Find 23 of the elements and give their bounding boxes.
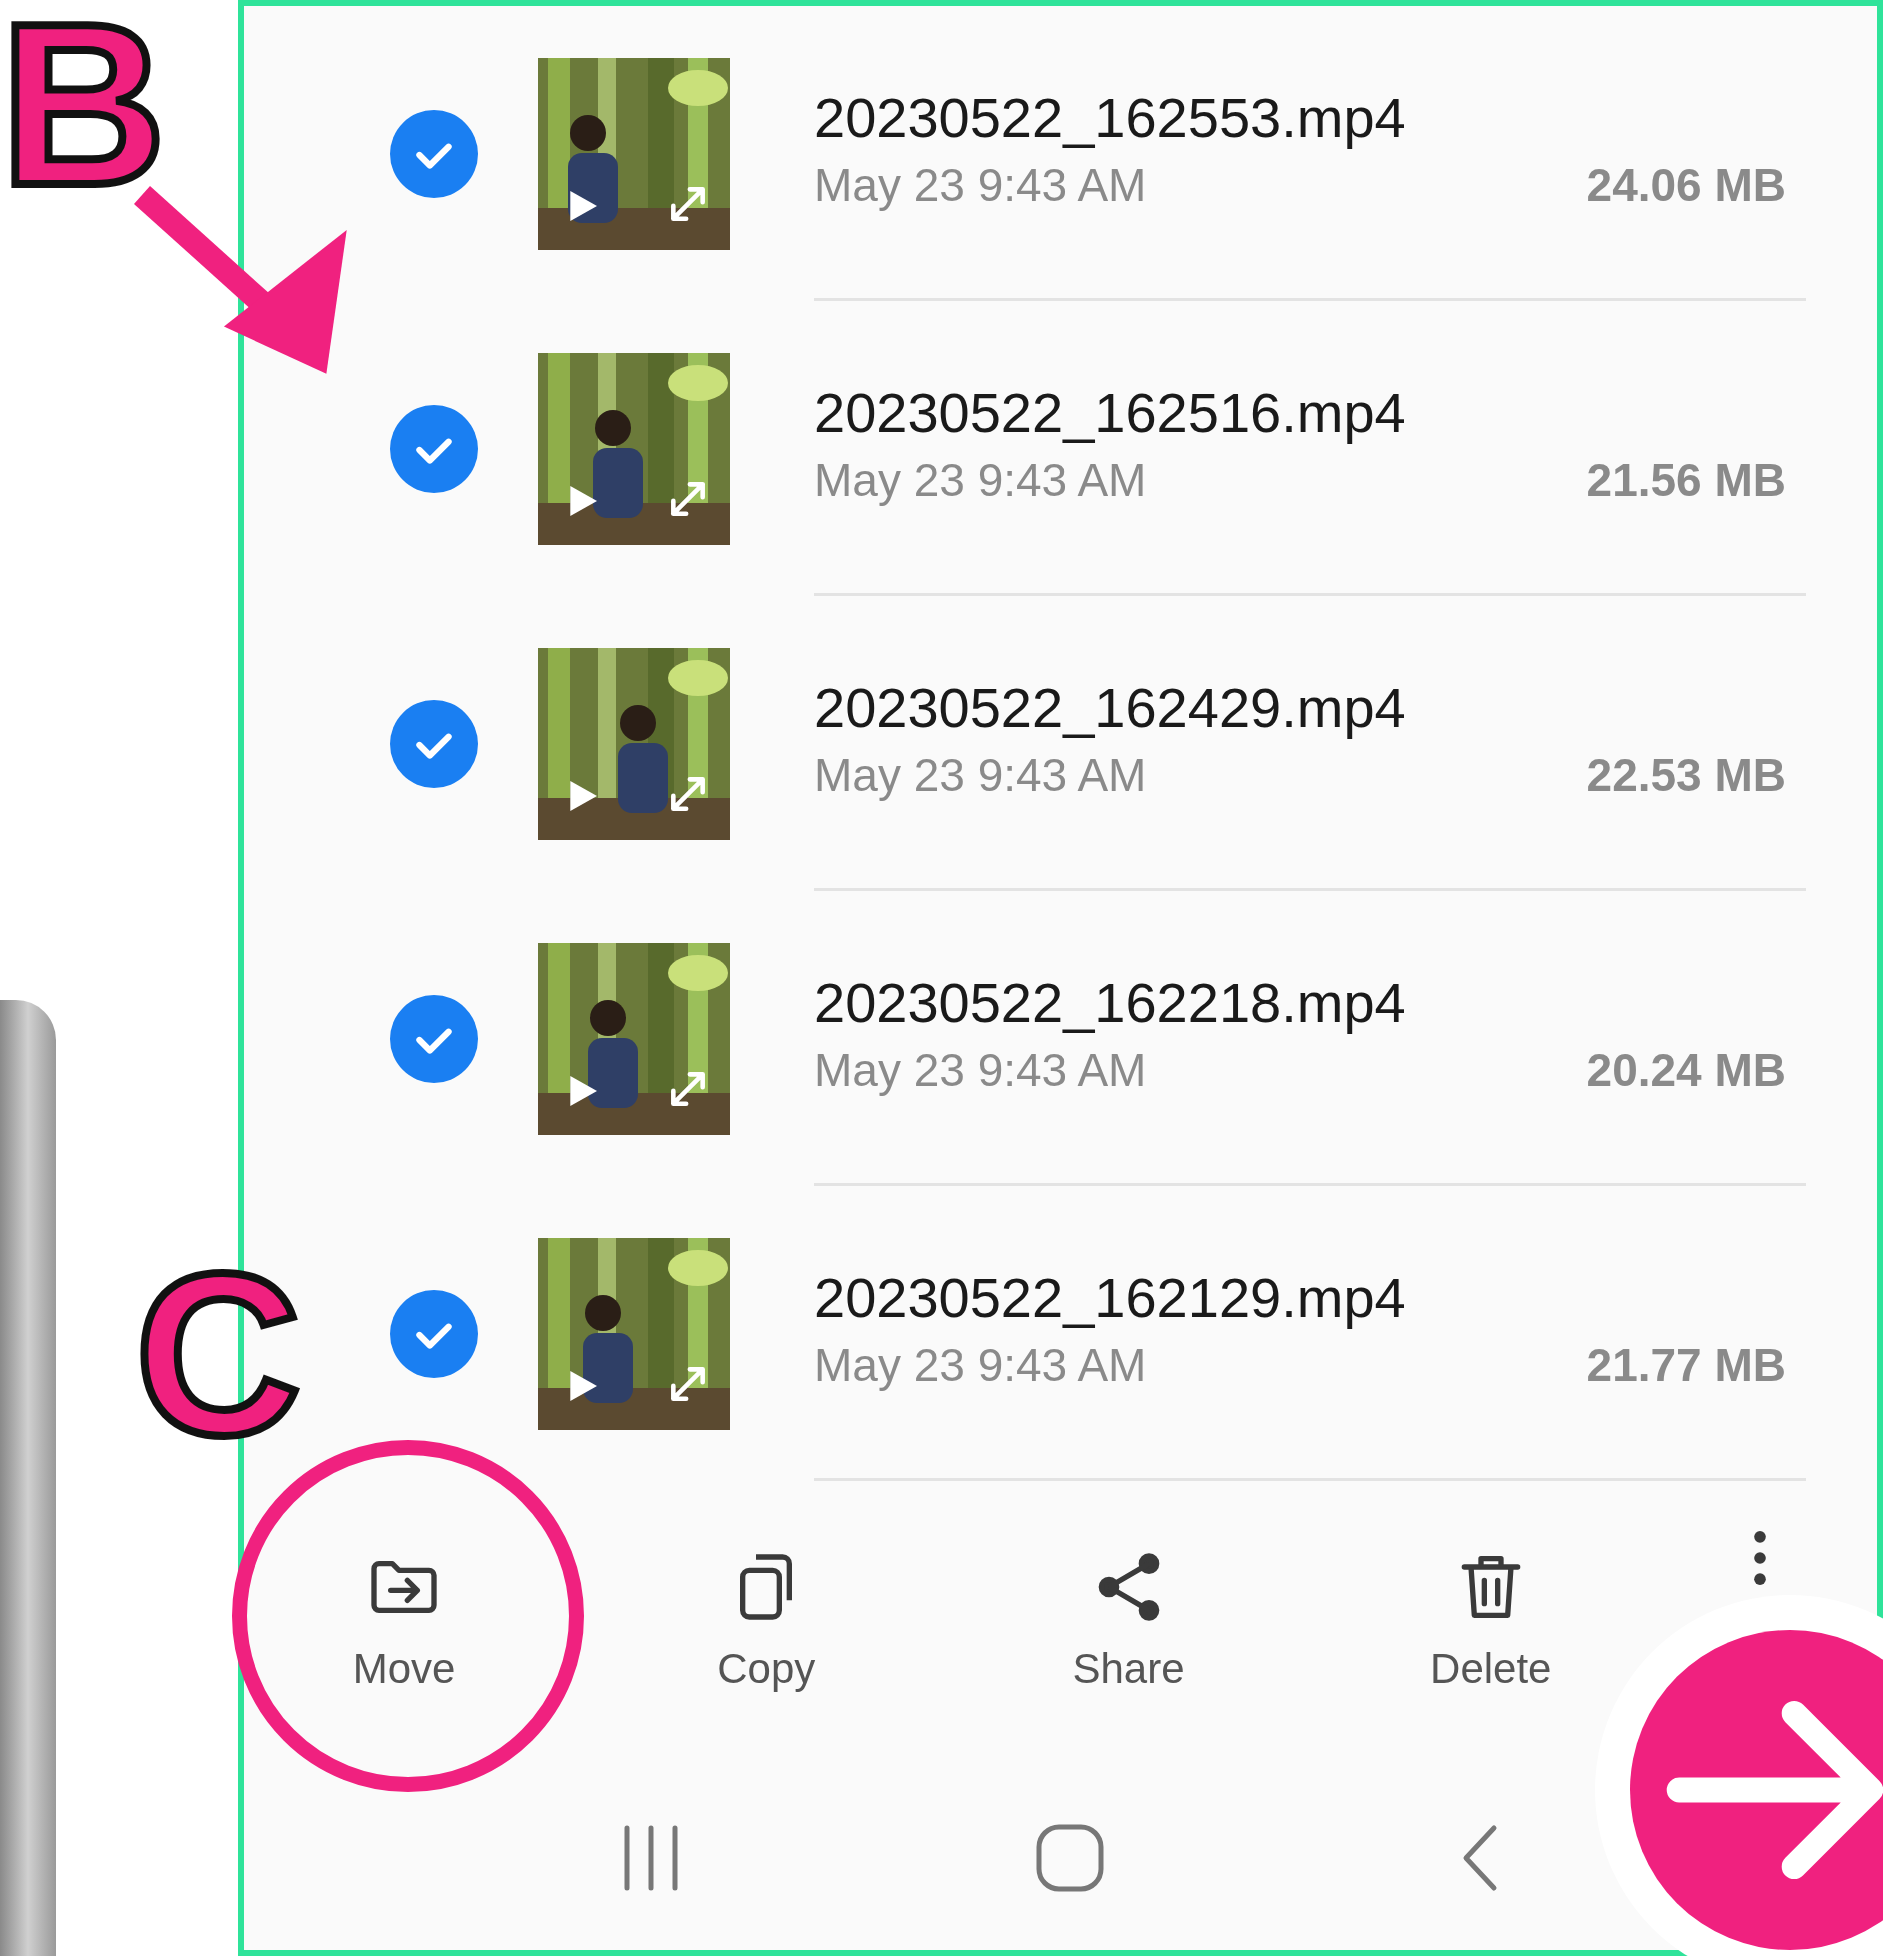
- file-size: 24.06 MB: [1586, 158, 1786, 214]
- file-size: 22.53 MB: [1586, 748, 1786, 804]
- more-options-button[interactable]: [1753, 1531, 1767, 1585]
- file-date: May 23 9:43 AM: [814, 1338, 1147, 1394]
- more-options-icon: [1753, 1531, 1767, 1585]
- file-size: 21.77 MB: [1586, 1338, 1786, 1394]
- file-date: May 23 9:43 AM: [814, 158, 1147, 214]
- home-icon[interactable]: [1035, 1823, 1106, 1893]
- file-name: 20230522_162129.mp4: [814, 1264, 1407, 1331]
- file-date: May 23 9:43 AM: [814, 1043, 1147, 1099]
- file-size: 21.56 MB: [1586, 453, 1786, 509]
- file-name: 20230522_162429.mp4: [814, 674, 1407, 741]
- action-button[interactable]: Share: [1028, 1547, 1229, 1700]
- action-button[interactable]: Copy: [666, 1547, 867, 1700]
- file-name: 20230522_162516.mp4: [814, 379, 1407, 446]
- action-button[interactable]: Move: [304, 1547, 504, 1700]
- file-date: May 23 9:43 AM: [814, 453, 1147, 509]
- action-button[interactable]: Delete: [1390, 1547, 1591, 1700]
- file-name: 20230522_162218.mp4: [814, 969, 1407, 1036]
- file-date: May 23 9:43 AM: [814, 748, 1147, 804]
- annotation-letter: B: [0, 0, 167, 220]
- file-size: 20.24 MB: [1586, 1043, 1786, 1099]
- file-name: 20230522_162553.mp4: [814, 84, 1407, 151]
